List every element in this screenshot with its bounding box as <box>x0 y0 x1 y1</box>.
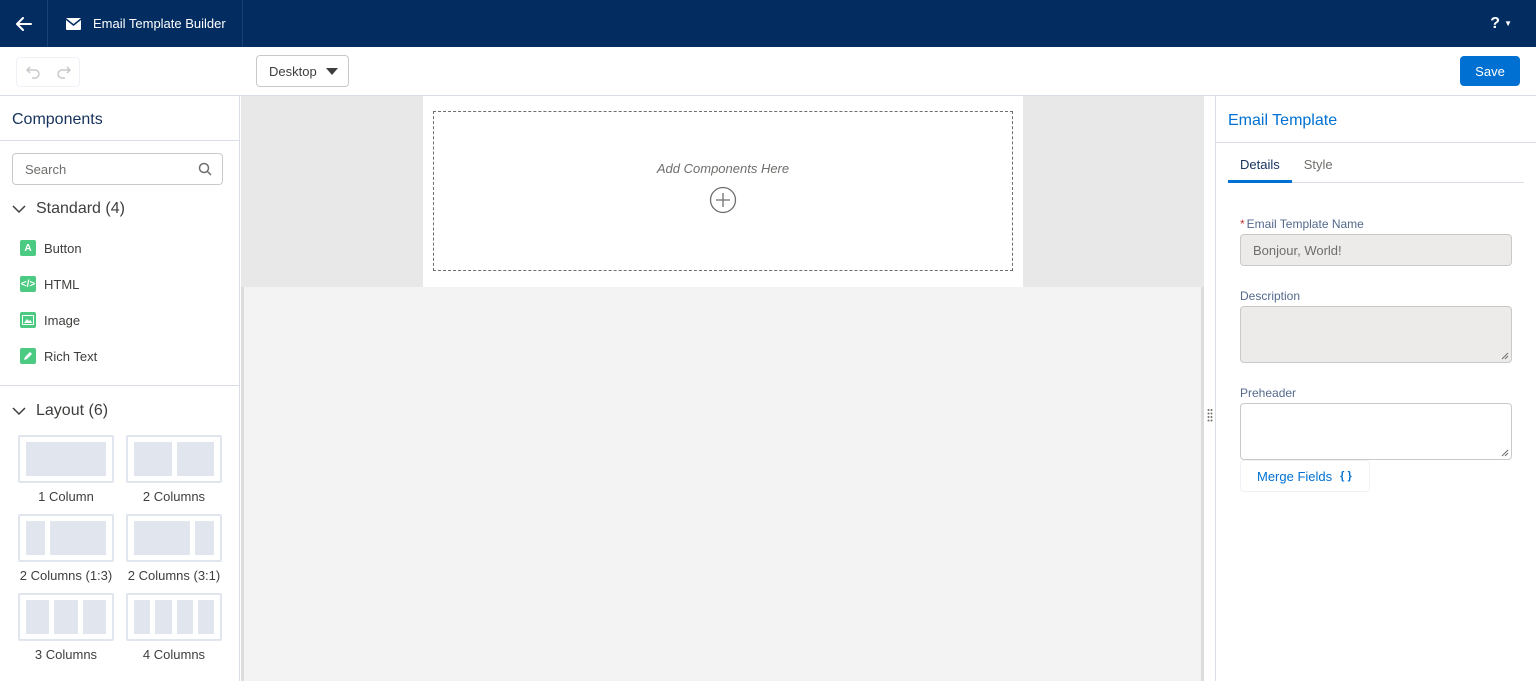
component-label: Rich Text <box>44 348 98 364</box>
caret-down-icon: ▼ <box>1504 19 1512 28</box>
component-label: Image <box>44 312 81 328</box>
tab-details[interactable]: Details <box>1228 143 1292 183</box>
component-rich-text[interactable]: Rich Text <box>20 348 97 364</box>
redo-button[interactable] <box>48 58 79 86</box>
layout-2-columns-1-3[interactable] <box>18 514 114 562</box>
template-name-field[interactable]: Bonjour, World! <box>1240 234 1512 266</box>
save-button[interactable]: Save <box>1460 56 1520 86</box>
button-icon: A <box>20 240 36 256</box>
properties-panel-title: Email Template <box>1216 96 1536 143</box>
merge-fields-button[interactable]: Merge Fields { } <box>1240 460 1370 492</box>
chevron-down-icon <box>12 406 26 415</box>
redo-icon <box>56 66 71 79</box>
layout-label: 1 Column <box>38 489 94 504</box>
template-name-value: Bonjour, World! <box>1253 242 1342 258</box>
chevron-down-icon <box>12 204 26 213</box>
back-button[interactable] <box>0 0 48 47</box>
panel-resize-handle[interactable] <box>1204 96 1215 681</box>
tab-style[interactable]: Style <box>1292 143 1345 183</box>
standard-section-toggle[interactable]: Standard (4) <box>12 200 125 218</box>
drop-zone-hint: Add Components Here <box>656 161 790 176</box>
template-name-label: * Email Template Name <box>1240 217 1364 231</box>
email-body: Add Components Here <box>423 96 1023 287</box>
column-block <box>197 600 214 634</box>
column-block <box>176 442 214 476</box>
column-block <box>134 521 191 555</box>
layout-label: 4 Columns <box>142 647 206 662</box>
properties-tabs: Details Style <box>1228 143 1524 183</box>
layout-section-heading: Layout (6) <box>36 402 109 419</box>
column-block <box>176 600 193 634</box>
properties-panel: Email Template Details Style * Email Temp… <box>1215 96 1536 681</box>
preheader-label: Preheader <box>1240 386 1297 400</box>
components-panel: Components Search Standard (4) A Button … <box>0 96 240 681</box>
components-panel-title: Components <box>0 96 239 141</box>
layout-3-columns[interactable] <box>18 593 114 641</box>
global-header: Email Template Builder ? ▼ <box>0 0 1536 47</box>
column-block <box>54 600 78 634</box>
layout-label: 2 Columns (1:3) <box>19 568 113 583</box>
column-block <box>155 600 172 634</box>
component-label: Button <box>44 240 82 256</box>
layout-label: 2 Columns <box>142 489 206 504</box>
layout-2-columns[interactable] <box>126 435 222 483</box>
device-preview-select[interactable]: Desktop <box>256 55 349 87</box>
description-label: Description <box>1240 289 1301 303</box>
device-select-value: Desktop <box>269 63 317 79</box>
layout-4-columns[interactable] <box>126 593 222 641</box>
component-search-input[interactable]: Search <box>12 153 223 185</box>
layout-label: 3 Columns <box>34 647 98 662</box>
add-circle-icon[interactable] <box>709 186 737 214</box>
layout-1-column[interactable] <box>18 435 114 483</box>
email-icon <box>66 17 81 30</box>
column-block <box>26 521 45 555</box>
component-label: HTML <box>44 276 80 292</box>
column-block <box>195 521 214 555</box>
canvas-edge-shadow <box>241 287 244 681</box>
undo-redo-group <box>16 57 80 87</box>
app-title: Email Template Builder <box>48 0 243 47</box>
drag-grip-icon <box>1207 409 1213 422</box>
column-block <box>134 442 172 476</box>
html-code-icon: </> <box>20 276 36 292</box>
search-placeholder: Search <box>25 161 67 177</box>
column-block <box>49 521 106 555</box>
builder-toolbar: Desktop Save <box>0 47 1536 96</box>
description-textarea[interactable] <box>1240 306 1512 363</box>
email-canvas: Add Components Here <box>241 96 1204 681</box>
dropdown-triangle-icon <box>326 68 338 75</box>
column-block <box>82 600 106 634</box>
layout-section-toggle[interactable]: Layout (6) <box>12 402 108 420</box>
component-image[interactable]: Image <box>20 312 80 328</box>
preheader-textarea[interactable] <box>1240 403 1512 460</box>
component-html[interactable]: </> HTML <box>20 276 79 292</box>
arrow-left-icon <box>15 16 32 31</box>
help-menu-button[interactable]: ? ▼ <box>1490 0 1512 47</box>
undo-button[interactable] <box>17 58 48 86</box>
component-button[interactable]: A Button <box>20 240 82 256</box>
undo-icon <box>25 66 40 79</box>
required-asterisk: * <box>1240 217 1245 231</box>
layout-2-columns-3-1[interactable] <box>126 514 222 562</box>
resize-corner-icon[interactable] <box>1501 449 1509 457</box>
merge-fields-label: Merge Fields <box>1257 468 1333 484</box>
column-block <box>26 442 106 476</box>
merge-fields-braces-icon: { } <box>1340 470 1352 482</box>
section-divider <box>0 385 240 386</box>
column-block <box>134 600 151 634</box>
app-title-text: Email Template Builder <box>93 16 226 31</box>
layout-label: 2 Columns (3:1) <box>127 568 221 583</box>
standard-section-heading: Standard (4) <box>36 200 125 217</box>
pencil-icon <box>20 348 36 364</box>
template-name-label-text: Email Template Name <box>1246 217 1364 231</box>
help-label: ? <box>1490 14 1501 32</box>
image-icon <box>20 312 36 328</box>
column-block <box>26 600 50 634</box>
search-icon <box>198 162 212 176</box>
component-drop-zone[interactable]: Add Components Here <box>433 111 1013 271</box>
resize-corner-icon[interactable] <box>1501 352 1509 360</box>
